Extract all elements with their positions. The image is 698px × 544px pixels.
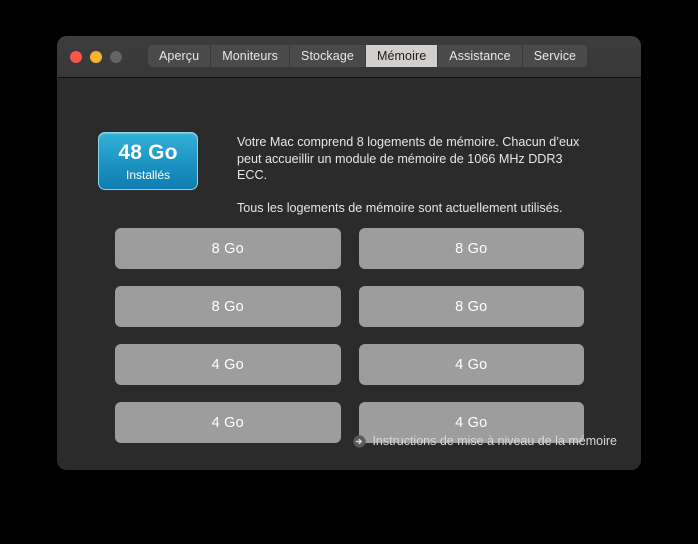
memory-slot[interactable]: 8 Go: [115, 286, 341, 327]
tab-apercu[interactable]: Aperçu: [148, 45, 212, 67]
memory-upgrade-instructions-link[interactable]: Instructions de mise à niveau de la mémo…: [353, 434, 617, 448]
arrow-right-circle-icon: [353, 434, 367, 448]
section-tab-bar: Aperçu Moniteurs Stockage Mémoire Assist…: [148, 45, 588, 67]
tab-stockage[interactable]: Stockage: [290, 45, 366, 67]
memory-slot[interactable]: 4 Go: [115, 402, 341, 443]
memory-slot[interactable]: 8 Go: [115, 228, 341, 269]
memory-slot[interactable]: 8 Go: [358, 228, 584, 269]
tab-memoire[interactable]: Mémoire: [365, 45, 439, 67]
traffic-lights: [70, 50, 122, 63]
memory-slot-grid: 8 Go 8 Go 8 Go 8 Go 4 Go 4 Go 4 Go 4 Go: [115, 228, 584, 443]
memory-slot[interactable]: 8 Go: [358, 286, 584, 327]
tab-moniteurs[interactable]: Moniteurs: [211, 45, 291, 67]
minimize-window-button[interactable]: [90, 50, 102, 63]
memory-description-paragraph-2: Tous les logements de mémoire sont actue…: [237, 200, 563, 215]
installed-memory-badge: 48 Go Installés: [98, 132, 198, 190]
installed-memory-amount: 48 Go: [118, 140, 178, 164]
zoom-window-button: [110, 50, 122, 63]
memory-slot[interactable]: 4 Go: [115, 344, 341, 385]
tab-service[interactable]: Service: [522, 45, 588, 67]
close-window-button[interactable]: [70, 50, 82, 63]
memory-description-paragraph-1: Votre Mac comprend 8 logements de mémoir…: [237, 135, 580, 182]
memory-upgrade-instructions-label: Instructions de mise à niveau de la mémo…: [372, 434, 617, 448]
tab-assistance[interactable]: Assistance: [438, 45, 523, 67]
memory-slot[interactable]: 4 Go: [358, 344, 584, 385]
system-information-window: Aperçu Moniteurs Stockage Mémoire Assist…: [57, 36, 641, 470]
installed-memory-caption: Installés: [125, 167, 171, 182]
memory-pane: 48 Go Installés Votre Mac comprend 8 log…: [57, 78, 641, 470]
window-titlebar: Aperçu Moniteurs Stockage Mémoire Assist…: [57, 36, 641, 78]
memory-description: Votre Mac comprend 8 logements de mémoir…: [237, 134, 589, 216]
